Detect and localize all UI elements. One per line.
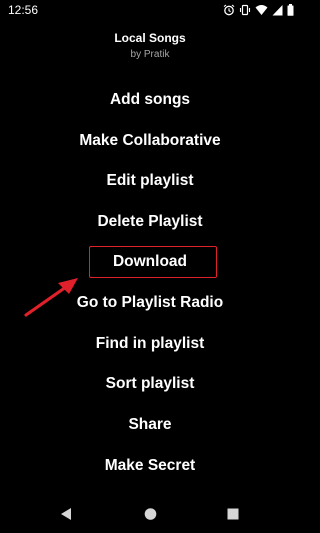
status-bar: 12:56 [0, 0, 300, 20]
status-time: 12:56 [8, 3, 39, 17]
battery-icon [287, 4, 294, 16]
menu-item-edit-playlist[interactable]: Edit playlist [0, 166, 300, 196]
recents-icon[interactable] [227, 507, 239, 521]
download-highlight-box [89, 246, 217, 278]
playlist-title: Local Songs [114, 31, 186, 45]
menu-item-sort-playlist[interactable]: Sort playlist [0, 369, 300, 399]
menu-item-delete-playlist[interactable]: Delete Playlist [0, 207, 300, 237]
playlist-header: Local Songs by Pratik [0, 31, 300, 61]
signal-icon [272, 5, 283, 16]
menu-item-make-collaborative[interactable]: Make Collaborative [0, 126, 300, 156]
menu-item-share[interactable]: Share [0, 410, 300, 440]
menu-item-make-secret[interactable]: Make Secret [0, 451, 300, 481]
navigation-bar [0, 497, 300, 533]
menu-item-add-songs[interactable]: Add songs [0, 85, 300, 115]
status-icons [223, 3, 294, 17]
playlist-owner: by Pratik [130, 49, 170, 60]
home-icon[interactable] [144, 507, 157, 521]
menu-item-find-in-playlist[interactable]: Find in playlist [0, 329, 300, 359]
alarm-icon [223, 4, 235, 16]
annotation-arrow-icon [24, 278, 78, 317]
wifi-icon [255, 5, 268, 15]
back-icon[interactable] [60, 507, 72, 521]
vibrate-icon [239, 4, 251, 16]
